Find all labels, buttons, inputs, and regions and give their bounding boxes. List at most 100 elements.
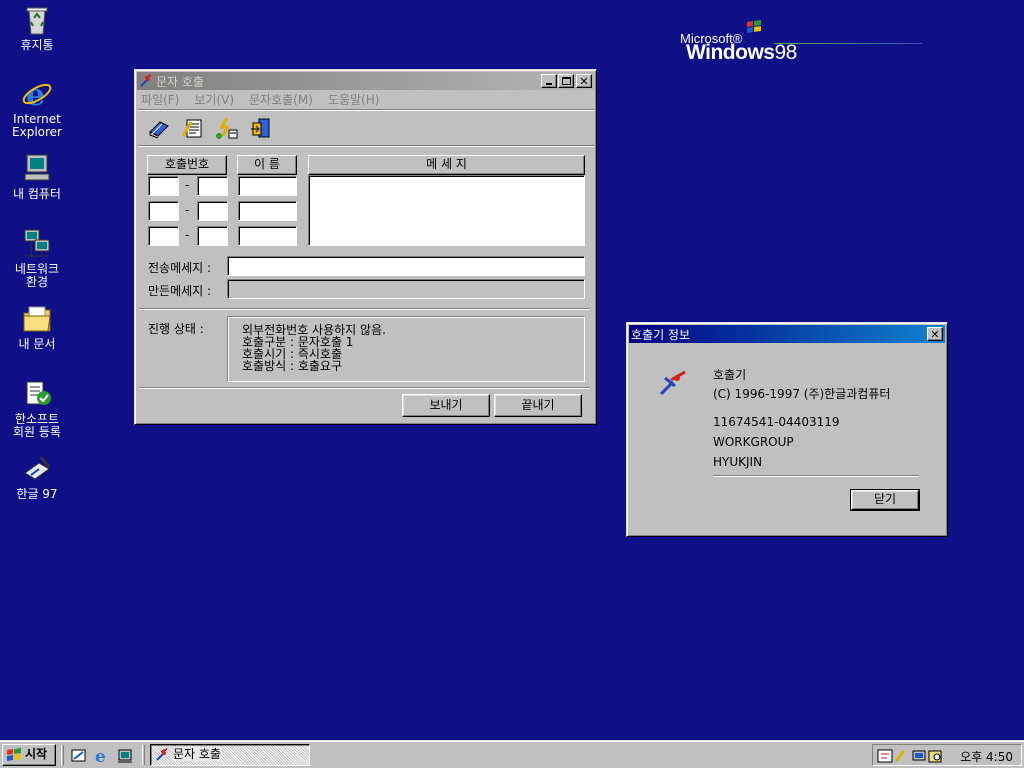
taskbar: 시작 e 문자 호출 오후 4:50 bbox=[0, 740, 1024, 768]
tray-input-icon[interactable] bbox=[877, 748, 893, 764]
area-code-field-2[interactable] bbox=[148, 201, 179, 221]
status-label: 진행 상태 : bbox=[148, 322, 204, 336]
windows-flag-icon bbox=[747, 20, 761, 33]
phonebook-icon bbox=[149, 121, 169, 139]
desktop-icon-my-computer[interactable]: 내 컴퓨터 bbox=[0, 153, 74, 201]
desktop-icon-my-documents[interactable]: 내 문서 bbox=[0, 303, 74, 351]
separator bbox=[713, 475, 919, 477]
pager-app-icon bbox=[156, 748, 168, 761]
minimize-button[interactable] bbox=[541, 74, 557, 88]
pager-logo-icon bbox=[659, 370, 686, 396]
send-message-label: 전송메세지 : bbox=[148, 261, 212, 275]
menu-page[interactable]: 문자호출(M) bbox=[249, 91, 313, 108]
separator bbox=[139, 308, 590, 310]
maximize-button[interactable] bbox=[558, 74, 574, 88]
desktop-icon-hangul[interactable]: 한글 97 bbox=[0, 453, 74, 501]
phonebook-button[interactable] bbox=[147, 116, 171, 140]
menu-view[interactable]: 보기(V) bbox=[194, 91, 234, 108]
taskbar-grip bbox=[142, 745, 145, 765]
desktop-icon-label: Explorer bbox=[12, 125, 62, 139]
separator bbox=[139, 387, 590, 389]
desktop-icon-internet-explorer[interactable]: e Internet Explorer bbox=[0, 78, 74, 139]
area-code-field-3[interactable] bbox=[148, 226, 179, 246]
close-icon: ✕ bbox=[579, 74, 589, 88]
area-code-field-1[interactable] bbox=[148, 176, 179, 196]
network-icon bbox=[21, 228, 53, 260]
tray-display-icon[interactable] bbox=[911, 748, 927, 764]
pager-menubar: 파일(F) 보기(V) 문자호출(M) 도움말(H) bbox=[137, 90, 594, 109]
about-workgroup: WORKGROUP bbox=[713, 435, 794, 449]
tray-scheduler-icon[interactable] bbox=[927, 748, 943, 764]
start-button[interactable]: 시작 bbox=[2, 744, 56, 766]
desktop-icon-registration[interactable]: 한소프트 회원 등록 bbox=[0, 378, 74, 439]
desktop-icon-label: 휴지통 bbox=[20, 38, 54, 52]
pager-window: 문자 호출 ✕ 파일(F) 보기(V) 문자호출(M) 도움말(H) 호출번호 … bbox=[134, 69, 597, 425]
header-number[interactable]: 호출번호 bbox=[147, 155, 227, 175]
desktop-icon-label: 회원 등록 bbox=[13, 425, 61, 439]
about-close-button[interactable]: ✕ bbox=[927, 327, 943, 341]
internet-explorer-icon: e bbox=[21, 78, 53, 113]
made-message-field bbox=[227, 279, 585, 299]
registration-icon bbox=[21, 378, 53, 410]
send-page-button[interactable] bbox=[215, 116, 239, 140]
send-message-field[interactable] bbox=[227, 256, 585, 276]
desktop-icon-label: 내 컴퓨터 bbox=[13, 187, 61, 201]
tray-pen-icon[interactable] bbox=[893, 748, 909, 764]
logo-windows: Windows98 bbox=[686, 41, 797, 65]
system-tray: 오후 4:50 bbox=[872, 744, 1022, 766]
desktop-icon-recycle-bin[interactable]: 휴지통 bbox=[0, 4, 74, 52]
my-computer-icon bbox=[21, 153, 53, 185]
close-icon: ✕ bbox=[930, 327, 940, 341]
about-close-btn[interactable]: 닫기 bbox=[850, 489, 920, 511]
menu-file[interactable]: 파일(F) bbox=[141, 91, 179, 108]
status-line: 호출방식 : 호출요구 bbox=[242, 359, 342, 373]
exit-icon bbox=[251, 118, 270, 138]
message-textarea[interactable] bbox=[308, 175, 585, 246]
svg-text:e: e bbox=[26, 78, 45, 110]
hangul-icon bbox=[21, 453, 53, 485]
about-copyright: (C) 1996-1997 (주)한글과컴퓨터 bbox=[713, 387, 891, 401]
number-field-1[interactable] bbox=[197, 176, 228, 196]
send-page-icon bbox=[216, 117, 238, 139]
minimize-icon bbox=[546, 82, 552, 85]
recycle-bin-icon bbox=[21, 4, 53, 36]
about-app-name: 호출기 bbox=[713, 368, 747, 382]
name-field-1[interactable] bbox=[238, 176, 297, 196]
about-titlebar[interactable]: 호출기 정보 ✕ bbox=[629, 325, 945, 343]
exit-button[interactable] bbox=[249, 116, 273, 140]
desktop-icon-network[interactable]: 네트워크 환경 bbox=[0, 228, 74, 289]
svg-text:e: e bbox=[95, 747, 106, 765]
status-box: 외부전화번호 사용하지 않음. 호출구분 : 문자호출 1 호출시기 : 즉시호… bbox=[227, 316, 585, 382]
menu-help[interactable]: 도움말(H) bbox=[328, 91, 380, 108]
desktop-icon-label: 내 문서 bbox=[18, 337, 56, 351]
about-title: 호출기 정보 bbox=[631, 327, 691, 342]
about-dialog: 호출기 정보 ✕ 호출기 (C) 1996-1997 (주)한글과컴퓨터 116… bbox=[626, 322, 948, 537]
dash: - bbox=[185, 228, 190, 242]
taskbar-item-pager[interactable]: 문자 호출 bbox=[150, 744, 310, 766]
name-field-2[interactable] bbox=[238, 201, 297, 221]
header-name[interactable]: 이 름 bbox=[237, 155, 297, 175]
exit-app-button[interactable]: 끝내기 bbox=[494, 394, 582, 417]
name-field-3[interactable] bbox=[238, 226, 297, 246]
close-button[interactable]: ✕ bbox=[576, 74, 592, 88]
internet-explorer-icon[interactable]: e bbox=[93, 747, 111, 765]
maximize-icon bbox=[561, 77, 571, 85]
number-field-2[interactable] bbox=[197, 201, 228, 221]
taskbar-grip bbox=[61, 745, 64, 765]
send-button[interactable]: 보내기 bbox=[402, 394, 490, 417]
show-desktop-icon[interactable] bbox=[70, 747, 88, 765]
dash: - bbox=[185, 203, 190, 217]
pager-title: 문자 호출 bbox=[156, 74, 204, 89]
about-serial: 11674541-04403119 bbox=[713, 415, 840, 429]
pager-titlebar[interactable]: 문자 호출 ✕ bbox=[137, 72, 594, 90]
about-user: HYUKJIN bbox=[713, 455, 763, 469]
memo-button[interactable] bbox=[181, 116, 205, 140]
windows-98-logo: Microsoft® Windows98 bbox=[680, 18, 930, 66]
number-field-3[interactable] bbox=[197, 226, 228, 246]
pager-app-icon bbox=[140, 74, 152, 87]
logo-line bbox=[774, 43, 922, 44]
taskbar-clock[interactable]: 오후 4:50 bbox=[960, 748, 1013, 765]
header-message[interactable]: 메 세 지 bbox=[308, 155, 585, 175]
windows-flag-icon bbox=[7, 748, 21, 761]
channels-icon[interactable] bbox=[116, 747, 134, 765]
